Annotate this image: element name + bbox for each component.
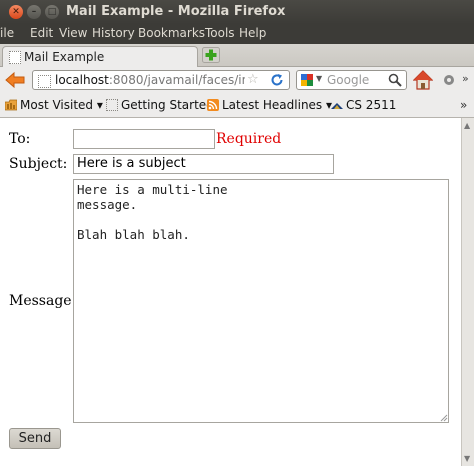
most-visited-icon bbox=[5, 99, 17, 111]
scroll-down-icon[interactable]: ▼ bbox=[464, 454, 470, 463]
tab-strip: Mail Example bbox=[0, 44, 474, 67]
navigation-bar: localhost:8080/javamail/faces/inde: ☆ ▼ … bbox=[0, 67, 474, 94]
bookmarks-overflow-icon[interactable]: » bbox=[460, 98, 467, 112]
url-bar[interactable]: localhost:8080/javamail/faces/inde: ☆ bbox=[32, 70, 290, 90]
search-icon[interactable] bbox=[388, 73, 402, 87]
search-bar[interactable]: ▼ Google bbox=[296, 70, 407, 90]
send-button[interactable]: Send bbox=[9, 428, 61, 449]
menu-bookmarks[interactable]: Bookmarks bbox=[138, 26, 205, 40]
menu-history[interactable]: History bbox=[92, 26, 135, 40]
page-content: To: Required Subject: Here is a subject … bbox=[0, 118, 461, 466]
menu-help[interactable]: Help bbox=[239, 26, 266, 40]
message-textarea[interactable]: Here is a multi-line message. Blah blah … bbox=[73, 179, 449, 423]
close-window-button[interactable]: ✕ bbox=[9, 5, 23, 19]
bookmark-latest-headlines[interactable]: Latest Headlines ▾ bbox=[207, 98, 332, 112]
tab-mail-example[interactable]: Mail Example bbox=[2, 46, 198, 67]
to-field[interactable] bbox=[73, 129, 215, 149]
menu-view[interactable]: View bbox=[59, 26, 87, 40]
url-path: :8080/javamail/faces/inde: bbox=[108, 73, 245, 87]
page-icon bbox=[9, 51, 21, 64]
bookmark-icon bbox=[331, 103, 343, 109]
to-label: To: bbox=[9, 131, 31, 147]
maximize-window-button[interactable]: □ bbox=[45, 5, 59, 19]
bookmark-label: Latest Headlines ▾ bbox=[222, 98, 333, 112]
home-icon[interactable] bbox=[413, 70, 433, 90]
menu-tools[interactable]: Tools bbox=[205, 26, 235, 40]
bookmark-most-visited[interactable]: Most Visited ▾ bbox=[5, 98, 103, 112]
search-engine-dropdown-icon[interactable]: ▼ bbox=[316, 74, 322, 83]
url-text: localhost:8080/javamail/faces/inde: bbox=[55, 73, 245, 87]
message-label: Message: bbox=[9, 293, 77, 309]
page-icon bbox=[106, 99, 118, 111]
bookmark-cs-2511[interactable]: CS 2511 bbox=[331, 98, 396, 112]
back-arrow-icon[interactable] bbox=[5, 71, 25, 89]
google-icon[interactable] bbox=[301, 74, 313, 86]
scroll-up-icon[interactable]: ▲ bbox=[464, 121, 470, 130]
subject-label: Subject: bbox=[9, 156, 68, 172]
addon-icon[interactable] bbox=[442, 73, 456, 87]
tab-label: Mail Example bbox=[24, 50, 105, 64]
bookmarks-bar: Most Visited ▾ Getting Started Latest He… bbox=[0, 95, 474, 118]
bookmark-getting-started[interactable]: Getting Started bbox=[106, 98, 214, 112]
window-title: Mail Example - Mozilla Firefox bbox=[66, 4, 286, 19]
menu-bar: File Edit View History Bookmarks Tools H… bbox=[0, 24, 474, 44]
site-identity-icon[interactable] bbox=[38, 75, 51, 88]
reload-icon[interactable] bbox=[269, 72, 285, 88]
browser-window: ✕ – □ Mail Example - Mozilla Firefox Fil… bbox=[0, 0, 474, 466]
resize-grip-icon[interactable] bbox=[440, 414, 448, 422]
bookmark-label: Getting Started bbox=[121, 98, 214, 112]
new-tab-icon[interactable] bbox=[202, 47, 220, 63]
bookmark-star-icon[interactable]: ☆ bbox=[247, 72, 259, 87]
subject-field[interactable]: Here is a subject bbox=[73, 154, 334, 174]
toolbar-overflow-icon[interactable]: » bbox=[462, 72, 469, 85]
vertical-scrollbar[interactable]: ▲ ▼ bbox=[461, 118, 474, 466]
url-host: localhost bbox=[55, 73, 109, 87]
title-bar: ✕ – □ Mail Example - Mozilla Firefox bbox=[0, 0, 474, 24]
search-input[interactable]: Google bbox=[327, 73, 369, 87]
menu-file[interactable]: File bbox=[0, 26, 14, 40]
bookmark-label: CS 2511 bbox=[346, 98, 397, 112]
bookmark-label: Most Visited ▾ bbox=[20, 98, 103, 112]
menu-edit[interactable]: Edit bbox=[30, 26, 53, 40]
rss-icon bbox=[207, 99, 219, 111]
minimize-window-button[interactable]: – bbox=[27, 5, 41, 19]
to-required-error: Required bbox=[216, 131, 282, 147]
